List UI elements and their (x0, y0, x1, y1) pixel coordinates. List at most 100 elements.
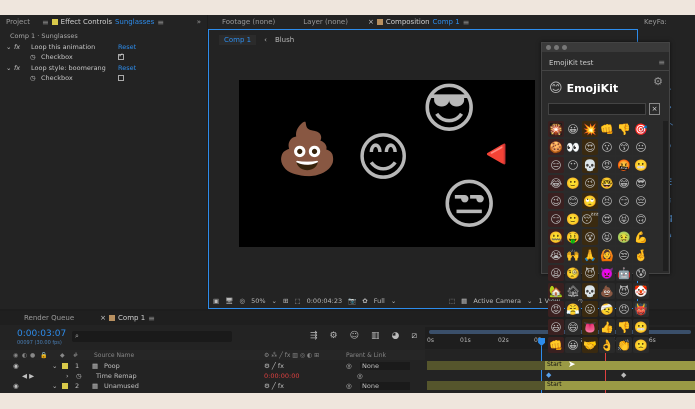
tab-composition[interactable]: × Composition Comp 1 ≡ (362, 15, 475, 29)
grid-icon[interactable]: ⊞ (283, 297, 288, 305)
emoji-cell[interactable]: 😝 (599, 229, 615, 245)
time-remap-row[interactable]: ◀ ▶ › ◷ Time Remap 0:00:00:00 ◎ (0, 371, 425, 381)
audio-icon[interactable]: ◐ (22, 352, 27, 359)
tab-comp-1[interactable]: × Comp 1 ≡ (94, 311, 161, 325)
tab-effect-controls[interactable]: ≡ Effect Controls Sunglasses ≡ (36, 15, 170, 29)
emoji-cell[interactable]: 💥 (582, 121, 598, 137)
emoji-cell[interactable]: 👹 (633, 301, 649, 317)
keyframes-tab[interactable]: KeyFa: (638, 15, 695, 29)
emoji-cell[interactable]: 😍 (582, 139, 598, 155)
emoji-cell[interactable]: 😏 (616, 193, 632, 209)
emoji-cell[interactable]: 🙂 (565, 211, 581, 227)
emoji-cell[interactable]: 🙏 (582, 247, 598, 263)
keyframe-icon[interactable]: ◆ (621, 371, 626, 379)
emoji-cell[interactable]: 👍 (599, 319, 615, 335)
solo-icon[interactable]: ● (30, 352, 35, 359)
eye-icon[interactable]: ◉ (13, 382, 19, 390)
panel-menu-icon[interactable]: ≡ (463, 18, 470, 27)
emoji-cell[interactable]: 💀 (582, 283, 598, 299)
emoji-cell[interactable]: 🤐 (548, 229, 564, 245)
window-titlebar[interactable] (542, 43, 669, 52)
emoji-grid-scrollbar[interactable] (663, 121, 668, 271)
emoji-cell[interactable]: 😠 (616, 301, 632, 317)
twirl-right-icon[interactable]: › (66, 372, 69, 380)
marker-label[interactable]: Start (547, 381, 562, 388)
resolution-select[interactable]: Full (374, 297, 385, 305)
emoji-cell[interactable]: 🙂 (565, 175, 581, 191)
keyframe-nav-icon[interactable]: ◀ ▶ (22, 372, 34, 380)
emoji-cell[interactable]: 👿 (599, 265, 615, 281)
panel-menu-icon[interactable]: ≡ (658, 58, 665, 67)
emoji-cell[interactable]: 🤕 (599, 301, 615, 317)
tab-layer[interactable]: Layer (none) (297, 15, 354, 29)
timeline-current-time[interactable]: 0:00:03:07 (17, 329, 66, 339)
blush-emoji[interactable]: 😊 (356, 132, 410, 184)
emoji-cell[interactable]: 👎 (616, 319, 632, 335)
close-window-icon[interactable] (546, 45, 551, 50)
emoji-cell[interactable]: 🙁 (633, 337, 649, 353)
emoji-cell[interactable]: 🤡 (633, 283, 649, 299)
panel-menu-icon[interactable]: ≡ (148, 314, 155, 323)
emoji-cell[interactable]: 😣 (599, 193, 615, 209)
unamused-emoji[interactable]: 😒 (441, 178, 497, 232)
zoom-select[interactable]: 50% (251, 297, 265, 305)
stopwatch-icon[interactable]: ◷ (30, 74, 36, 82)
emoji-cell[interactable]: 🤖 (616, 265, 632, 281)
emoji-cell[interactable]: 🤬 (616, 157, 632, 173)
minimize-window-icon[interactable] (554, 45, 559, 50)
emoji-search-input[interactable] (548, 103, 646, 115)
layer-track[interactable]: Start (427, 381, 695, 390)
graph-editor-icon[interactable]: ⧄ (411, 331, 417, 341)
emoji-cell[interactable]: 😬 (633, 157, 649, 173)
breadcrumb-blush[interactable]: Blush (275, 36, 294, 44)
close-icon[interactable]: × (100, 314, 106, 322)
crystal-emoji[interactable]: 🔺 (470, 124, 529, 182)
emoji-cell[interactable]: 👅 (582, 319, 598, 335)
layer-search-input[interactable]: ⌕ (72, 331, 232, 342)
poop-emoji[interactable]: 💩 (276, 124, 338, 174)
emoji-cell[interactable]: 😡 (548, 301, 564, 317)
close-icon[interactable]: × (368, 18, 374, 26)
emoji-cell[interactable]: 🤝 (582, 337, 598, 353)
twirl-down-icon[interactable]: ⌄ (6, 64, 11, 72)
emoji-cell[interactable]: 👊 (599, 121, 615, 137)
emoji-cell[interactable]: 💀 (582, 157, 598, 173)
layer-row-poop[interactable]: ◉ ⌄ 1 ▦ Poop ⚙ ╱ fx ◎ None (0, 361, 425, 371)
transparency-grid-icon[interactable]: ▦ (461, 297, 467, 305)
emoji-cell[interactable]: 😤 (565, 301, 581, 317)
parent-pickwhip-icon[interactable]: ◎ (346, 362, 352, 370)
current-time-display[interactable]: 0:00:04:23 (307, 297, 343, 305)
expression-pickwhip-icon[interactable]: ◎ (357, 372, 363, 380)
emoji-cell[interactable]: 😉 (548, 193, 564, 209)
emoji-cell[interactable]: 😊 (565, 193, 581, 209)
emoji-cell[interactable]: 🙌 (565, 247, 581, 263)
emoji-cell[interactable]: 👌 (599, 337, 615, 353)
emoji-cell[interactable]: 👊 (548, 337, 564, 353)
emoji-cell[interactable]: 😔 (633, 193, 649, 209)
parent-pickwhip-icon[interactable]: ◎ (346, 382, 352, 390)
emoji-cell[interactable]: 😙 (616, 139, 632, 155)
emoji-cell[interactable]: 😒 (616, 247, 632, 263)
emoji-cell[interactable]: 🎇 (548, 121, 564, 137)
emoji-cell[interactable]: 😄 (565, 319, 581, 335)
switches-icons[interactable]: ⚙ ╱ fx (264, 362, 284, 370)
emoji-cell[interactable]: 😍 (599, 211, 615, 227)
emoji-cell[interactable]: 😬 (633, 319, 649, 335)
emoji-cell[interactable]: 🏚 (565, 283, 581, 299)
emoji-cell[interactable]: 😁 (616, 175, 632, 191)
emoji-cell[interactable]: 😃 (548, 319, 564, 335)
switches-icons[interactable]: ⚙ ╱ fx (264, 382, 284, 390)
twirl-down-icon[interactable]: ⌄ (52, 362, 57, 370)
label-color-swatch[interactable] (62, 363, 68, 369)
emoji-cell[interactable]: 😀 (565, 337, 581, 353)
stopwatch-icon[interactable]: ◷ (76, 372, 82, 380)
emoji-cell[interactable]: 😡 (599, 157, 615, 173)
twirl-down-icon[interactable]: ⌄ (6, 43, 11, 51)
mask-icon[interactable]: ◎ (239, 297, 245, 305)
eye-icon[interactable]: ◉ (13, 352, 18, 359)
emoji-cell[interactable]: 😰 (633, 265, 649, 281)
parent-select[interactable]: None (360, 382, 410, 390)
region-icon[interactable]: ⬚ (294, 297, 300, 305)
camera-select[interactable]: Active Camera (473, 297, 521, 305)
layer-active-bar[interactable] (545, 381, 695, 390)
